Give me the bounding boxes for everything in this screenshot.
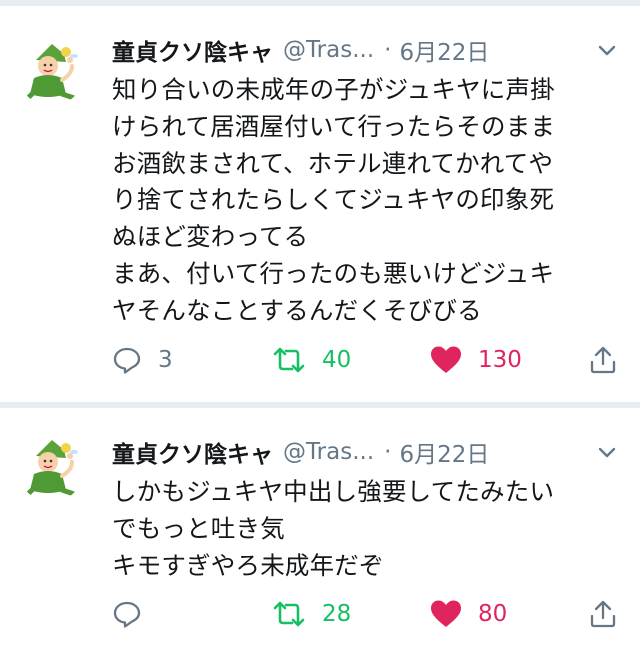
heart-icon	[431, 346, 461, 373]
tweet[interactable]: 童貞クソ陰キャ @Tras... · 6月22日 知り合いの未成年の子がジュキヤ…	[0, 6, 640, 402]
tweet-text-line: ぬほど変わってる	[112, 222, 309, 252]
tweet-actions: 3 40 130	[112, 340, 622, 380]
separator-dot: ·	[384, 37, 392, 63]
tweet-text: 知り合いの未成年の子がジュキヤに声掛 けられて居酒屋付いて行ったらそのまま お酒…	[112, 72, 632, 330]
reply-icon	[113, 347, 141, 374]
tweet-text-line: でもっと吐き気	[112, 513, 285, 543]
tweet-header: 童貞クソ陰キャ @Tras... · 6月22日	[112, 30, 620, 70]
retweet-button[interactable]: 28	[272, 594, 351, 634]
avatar[interactable]	[18, 40, 84, 106]
retweet-button[interactable]: 40	[272, 340, 351, 380]
retweet-icon	[273, 601, 305, 627]
reply-icon	[113, 601, 141, 628]
tweet-date[interactable]: 6月22日	[399, 435, 489, 469]
retweet-count: 28	[322, 601, 352, 627]
tweet-text-line: けられて居酒屋付いて行ったらそのまま	[112, 111, 556, 141]
tweet-text: しかもジュキヤ中出し強要してたみたい でもっと吐き気 キモすぎやろ未成年だぞ	[112, 474, 632, 584]
reply-count: 3	[158, 347, 173, 373]
like-button[interactable]: 80	[430, 594, 507, 634]
tweet-text-line: しかもジュキヤ中出し強要してたみたい	[112, 477, 555, 506]
tweet-text-line: 知り合いの未成年の子がジュキヤに声掛	[112, 75, 555, 104]
tweet[interactable]: 童貞クソ陰キャ @Tras... · 6月22日 しかもジュキヤ中出し強要してた…	[0, 408, 640, 663]
tweet-actions: 28 80	[112, 594, 622, 634]
avatar[interactable]	[18, 436, 84, 502]
like-count: 80	[478, 601, 508, 627]
tweet-date[interactable]: 6月22日	[399, 33, 489, 67]
like-count: 130	[478, 347, 522, 373]
tweet-text-line: お酒飲まされて、ホテル連れてかれてや	[112, 148, 554, 178]
chevron-down-icon[interactable]	[594, 440, 620, 466]
user-handle[interactable]: @Tras...	[283, 439, 374, 465]
heart-icon	[431, 600, 461, 627]
retweet-count: 40	[322, 347, 352, 373]
share-button[interactable]	[588, 340, 618, 380]
share-button[interactable]	[588, 594, 618, 634]
retweet-icon	[273, 347, 305, 373]
share-icon	[590, 346, 616, 374]
separator-dot: ·	[384, 439, 392, 465]
elf-character-avatar-icon	[18, 40, 84, 106]
display-name[interactable]: 童貞クソ陰キャ	[112, 435, 273, 469]
reply-button[interactable]	[112, 594, 158, 634]
tweet-text-line: キモすぎやろ未成年だぞ	[112, 550, 384, 580]
display-name[interactable]: 童貞クソ陰キャ	[112, 33, 273, 67]
chevron-down-icon[interactable]	[594, 38, 620, 64]
tweet-text-line: まあ、付いて行ったのも悪いけどジュキ	[112, 258, 555, 288]
tweet-text-line: ヤそんなことするんだくそびびる	[112, 295, 482, 325]
reply-button[interactable]: 3	[112, 340, 173, 380]
share-icon	[590, 600, 616, 628]
elf-character-avatar-icon	[18, 436, 84, 502]
tweet-text-line: り捨てされたらしくてジュキヤの印象死	[112, 185, 555, 215]
like-button[interactable]: 130	[430, 340, 522, 380]
tweet-header: 童貞クソ陰キャ @Tras... · 6月22日	[112, 432, 620, 472]
user-handle[interactable]: @Tras...	[283, 37, 374, 63]
